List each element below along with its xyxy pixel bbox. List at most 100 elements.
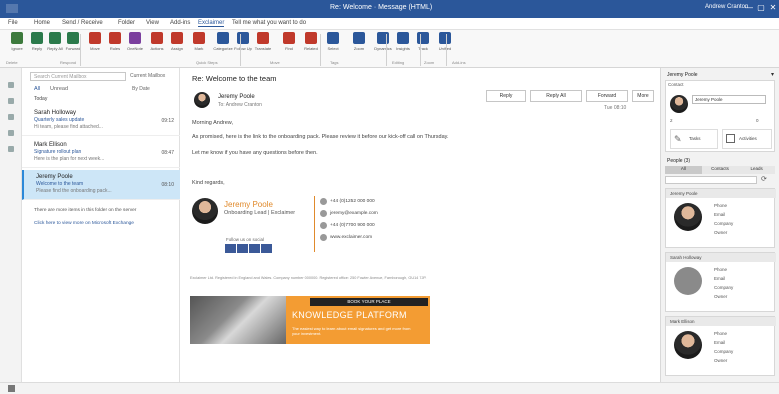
menu-view[interactable]: View [146, 20, 159, 26]
insights-ribbon-button[interactable]: Insights [392, 32, 414, 51]
menu-add-ins[interactable]: Add-ins [170, 20, 190, 26]
list-item[interactable]: Jeremy Poole Welcome to the team Please fi… [22, 170, 180, 200]
signature-mobile[interactable]: +44 (0)7700 900 000 [330, 223, 375, 228]
phone-icon [320, 198, 327, 205]
signature-divider [314, 196, 315, 252]
people-icon[interactable] [8, 114, 14, 120]
assign-ribbon-button[interactable]: Assign [166, 32, 188, 51]
linkedin-icon[interactable] [249, 244, 260, 253]
more-icon[interactable] [8, 146, 14, 152]
mail-icon[interactable] [8, 82, 14, 88]
body-greeting: Morning Andrew, [192, 120, 233, 126]
track-ribbon-button[interactable]: Track [412, 32, 434, 51]
calendar-icon[interactable] [8, 98, 14, 104]
mark-ribbon-button[interactable]: Mark [188, 32, 210, 51]
twitter-icon[interactable] [237, 244, 248, 253]
sender-name[interactable]: Jeremy Poole [218, 94, 255, 100]
select-icon [327, 32, 339, 44]
signature-email[interactable]: jeremy@example.com [330, 211, 378, 216]
maximize-button[interactable]: ▢ [756, 3, 766, 13]
unified-ribbon-button[interactable]: Unified [434, 32, 456, 51]
find-icon [283, 32, 295, 44]
activities-icon [726, 134, 735, 143]
ignore-ribbon-button[interactable]: Ignore [6, 32, 28, 51]
filter-all[interactable]: All [34, 86, 40, 92]
promo-banner[interactable]: BOOK YOUR PLACE KNOWLEDGE PLATFORM The e… [190, 296, 430, 344]
view-more-link[interactable]: Click here to view more on Microsoft Exc… [34, 221, 174, 226]
title-bar: Re: Welcome · Message (HTML) Andrew Cran… [0, 0, 779, 18]
counter-left: 2 [670, 118, 673, 123]
tell-me-input[interactable]: Tell me what you want to do [232, 20, 306, 26]
tab-all[interactable]: All [665, 166, 702, 174]
ribbon-button-label: Actions [150, 46, 164, 51]
youtube-icon[interactable] [261, 244, 272, 253]
ribbon-button-label: Ignore [11, 46, 23, 51]
move-ribbon-button[interactable]: Move [84, 32, 106, 51]
facebook-icon[interactable] [225, 244, 236, 253]
people-tabs: All Contacts Leads [665, 166, 776, 174]
select-ribbon-button[interactable]: Select [322, 32, 344, 51]
categorize-icon [217, 32, 229, 44]
unified-icon [439, 32, 451, 44]
message-subject: Re: Welcome to the team [192, 74, 277, 83]
tasks-tile[interactable]: ✎ Tasks [670, 129, 718, 149]
translate-ribbon-button[interactable]: Translate [252, 32, 274, 51]
refresh-icon[interactable]: ⟳ [761, 175, 767, 183]
person-card[interactable]: Sarah Holloway Phone Email Company Owner [665, 252, 776, 312]
contact-dropdown[interactable]: Jeremy Poole [692, 95, 766, 104]
person-card[interactable]: Mark Ellison Phone Email Company Owner [665, 316, 776, 376]
folder-pane-icon[interactable] [8, 385, 15, 392]
menu-home[interactable]: Home [34, 20, 50, 26]
reading-pane: Re: Welcome to the team Jeremy Poole To:… [180, 68, 660, 382]
person-field: Email [714, 212, 726, 217]
actions-ribbon-button[interactable]: Actions [146, 32, 168, 51]
rules-ribbon-button[interactable]: Rules [104, 32, 126, 51]
search-scope-dropdown[interactable]: Current Mailbox [130, 73, 165, 79]
signed-in-user[interactable]: Andrew Cranton [705, 4, 748, 10]
tasks-icon[interactable] [8, 130, 14, 136]
addin-pin-icon[interactable]: ▾ [771, 71, 774, 78]
list-item[interactable]: Mark Ellison Signature rollout plan Here i… [22, 138, 180, 168]
categorize-ribbon-button[interactable]: Categorize [212, 32, 234, 51]
ribbon-group-label: Add-ins [452, 60, 466, 65]
tab-leads[interactable]: Leads [738, 166, 776, 174]
filter-unread[interactable]: Unread [50, 86, 68, 92]
signature-legal: Exclaimer Ltd. Registered in England and… [190, 276, 427, 280]
more-actions-button[interactable]: More [632, 90, 654, 102]
track-icon [417, 32, 429, 44]
follow-up-ribbon-button[interactable]: Follow Up [232, 32, 254, 51]
signature-photo [192, 198, 218, 224]
ribbon-separator [386, 34, 387, 66]
list-item[interactable]: Sarah Holloway Quarterly sales update Hi t… [22, 106, 180, 136]
reply-all-icon [49, 32, 61, 44]
find-ribbon-button[interactable]: Find [278, 32, 300, 51]
sort-dropdown[interactable]: By Date [132, 86, 150, 92]
forward-button[interactable]: Forward [586, 90, 628, 102]
signature-phone[interactable]: +44 (0)1252 000 000 [330, 199, 375, 204]
search-input[interactable]: Search Current Mailbox [30, 72, 126, 81]
activities-tile[interactable]: Activities [722, 129, 772, 149]
ribbon-button-label: Categorize [213, 46, 233, 51]
ribbon-button-label: Move [90, 46, 100, 51]
people-search[interactable] [665, 176, 757, 184]
person-card[interactable]: Jeremy Poole Phone Email Company Owner [665, 188, 776, 248]
forward-icon [67, 32, 79, 44]
list-item-preview: Hi team, please find attached... [34, 124, 103, 130]
reply-all-button[interactable]: Reply All [530, 90, 582, 102]
close-button[interactable]: ✕ [768, 3, 778, 13]
menu-send-receive[interactable]: Send / Receive [62, 20, 103, 26]
onenote-ribbon-button[interactable]: OneNote [124, 32, 146, 51]
dynamics-ribbon-button[interactable]: Dynamics [372, 32, 394, 51]
tab-contacts[interactable]: Contacts [701, 166, 739, 174]
zoom-ribbon-button[interactable]: Zoom [348, 32, 370, 51]
activities-label: Activities [739, 136, 757, 141]
ribbon-separator [420, 34, 421, 66]
person-field: Owner [714, 294, 728, 299]
menu-file[interactable]: File [8, 20, 18, 26]
related-ribbon-button[interactable]: Related [300, 32, 322, 51]
minimize-button[interactable]: — [744, 3, 754, 13]
menu-exclaimer[interactable]: Exclaimer [198, 20, 225, 27]
menu-folder[interactable]: Folder [118, 20, 135, 26]
signature-website[interactable]: www.exclaimer.com [330, 235, 372, 240]
reply-button[interactable]: Reply [486, 90, 526, 102]
